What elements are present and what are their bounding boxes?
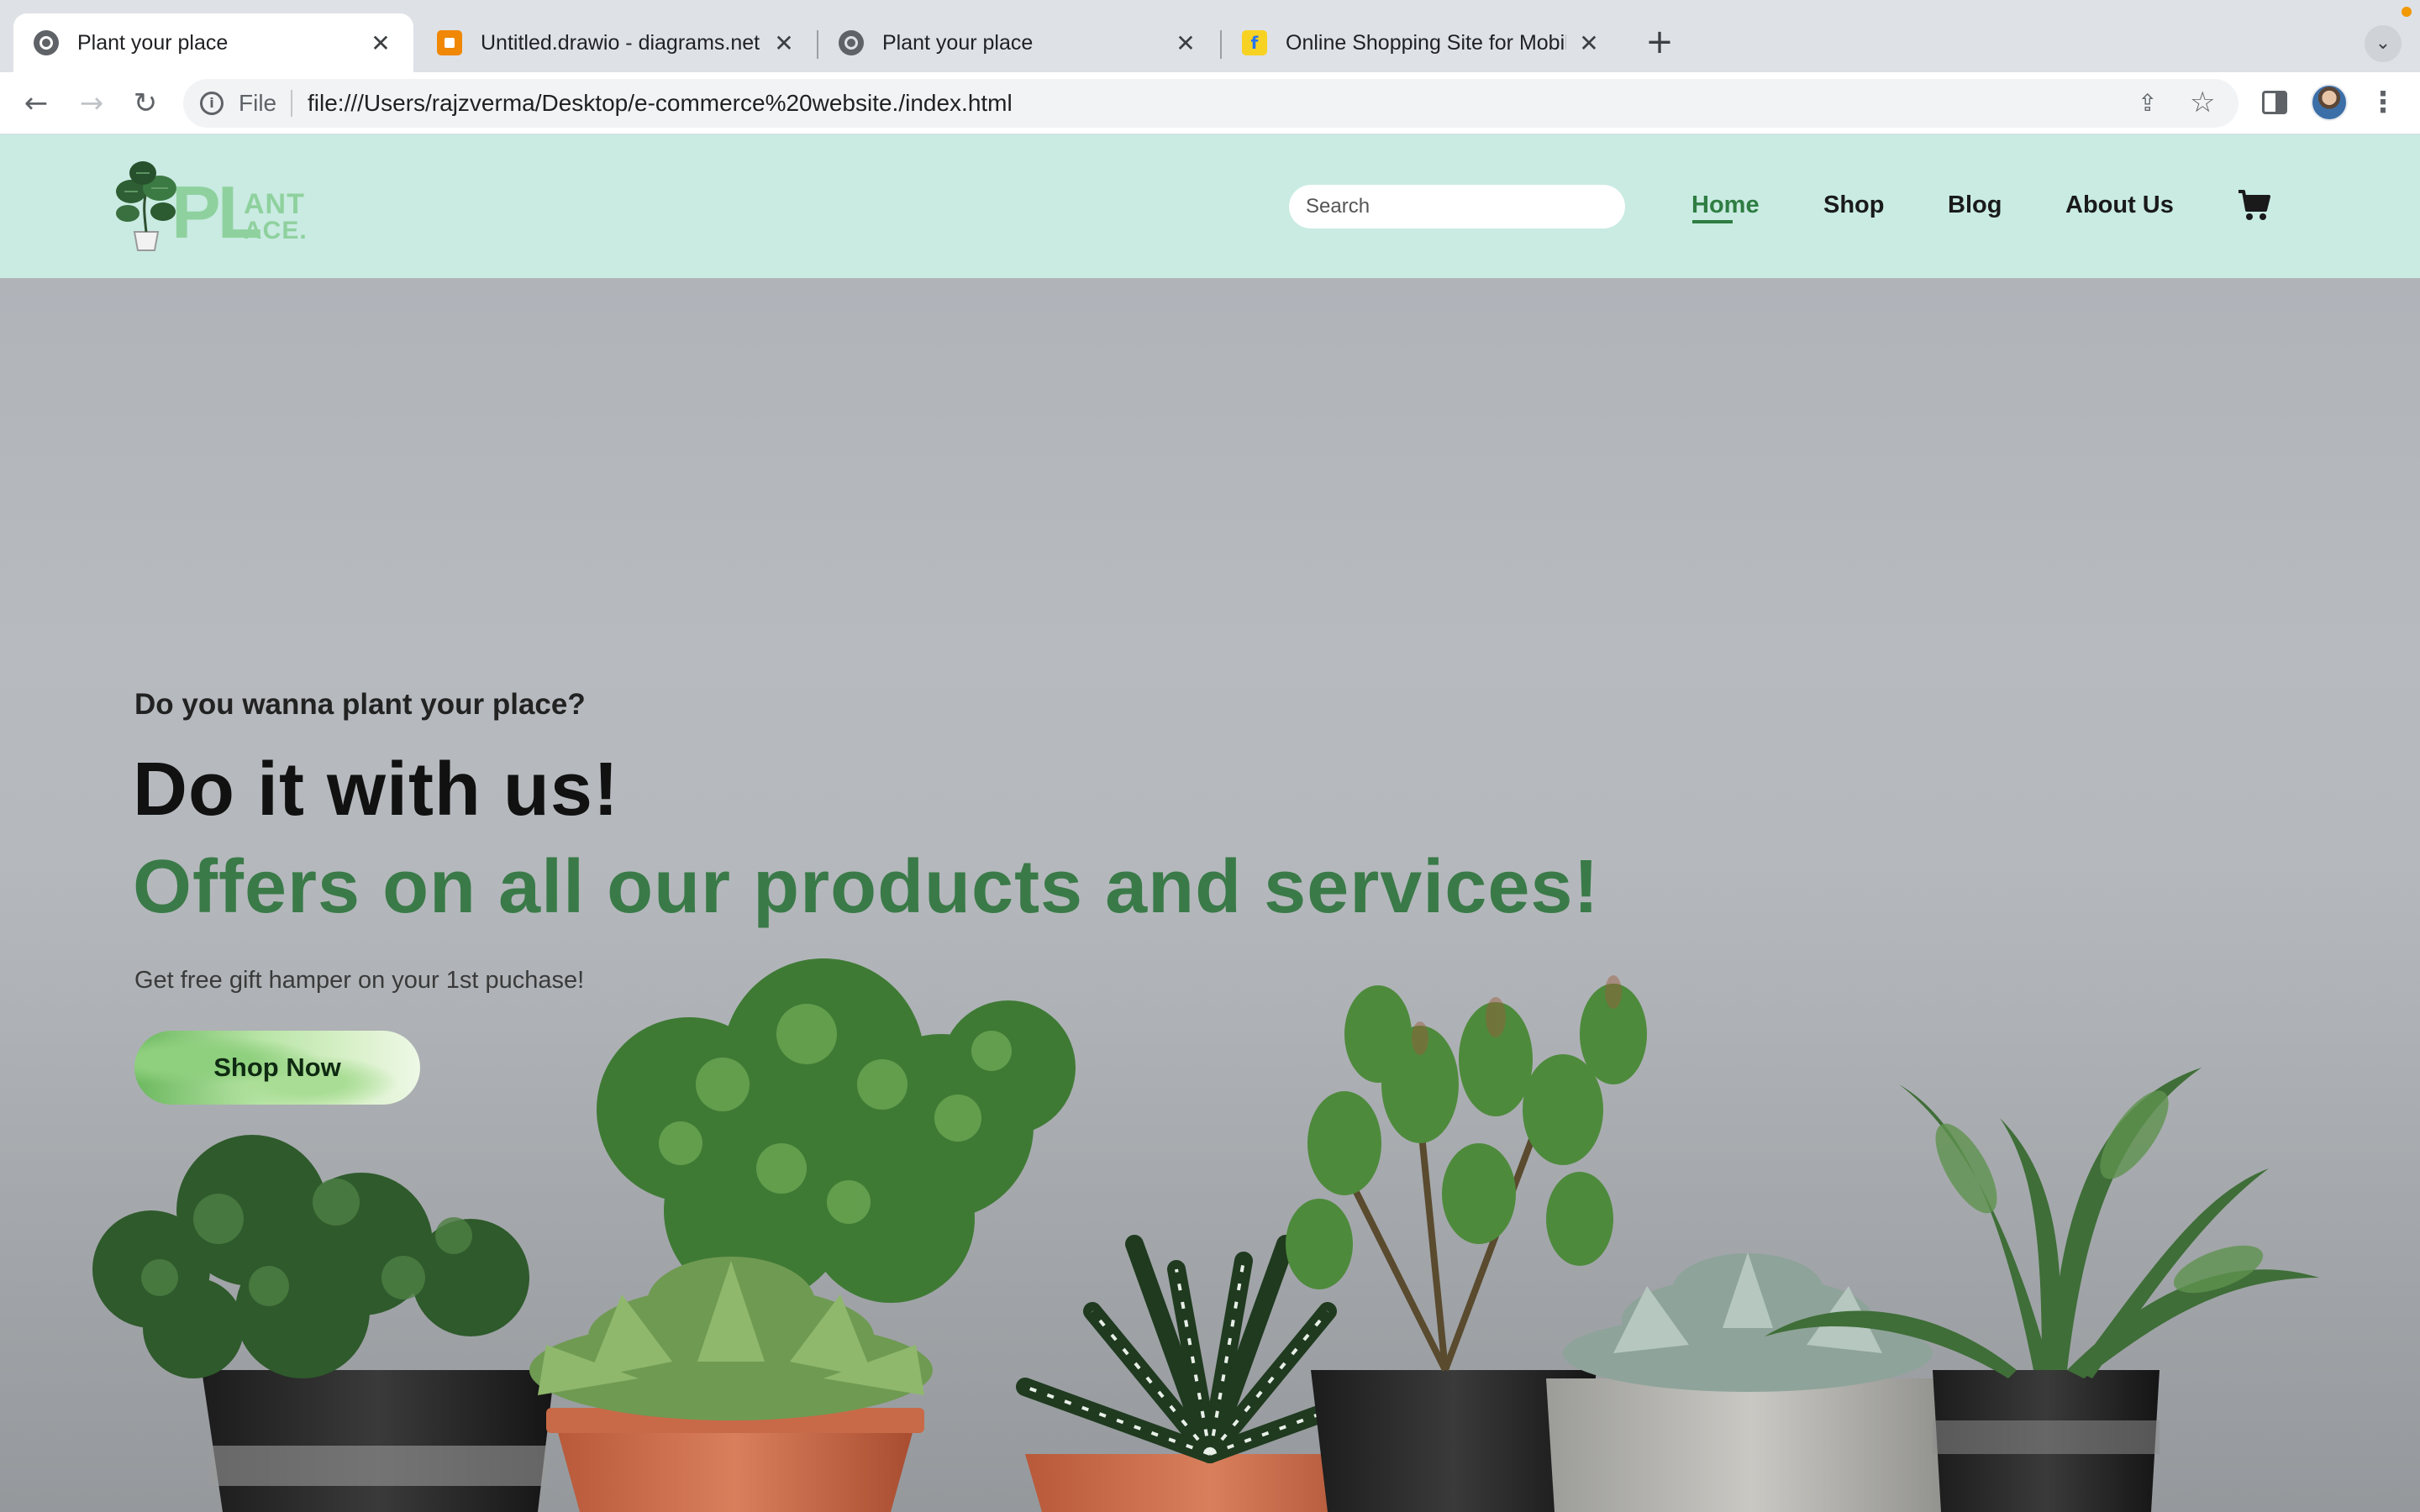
bookmark-star-icon[interactable]: ☆ — [2190, 86, 2215, 119]
close-icon[interactable]: ✕ — [1576, 29, 1602, 57]
hero-note: Get free gift hamper on your 1st puchase… — [134, 967, 585, 994]
tab-title: Untitled.drawio - diagrams.net — [481, 30, 760, 55]
browser-tab-1[interactable]: Plant your place ✕ — [13, 13, 413, 72]
globe-icon — [839, 30, 864, 55]
hero-banner: Do you wanna plant your place? Do it wit… — [0, 278, 2420, 1512]
browser-toolbar: ← → ↻ i File file:///Users/rajzverma/Des… — [0, 72, 2420, 134]
profile-avatar[interactable] — [2311, 84, 2348, 121]
hero-title: Do it with us! — [133, 748, 619, 832]
info-icon[interactable]: i — [200, 92, 224, 115]
tab-title: Plant your place — [882, 30, 1034, 55]
forward-button[interactable]: → — [72, 84, 111, 123]
search-input[interactable] — [1289, 185, 1625, 228]
back-button[interactable]: ← — [17, 84, 55, 123]
flipkart-icon — [1242, 30, 1267, 55]
url-scheme-label: File — [239, 90, 277, 116]
tab-title: Plant your place — [77, 30, 229, 55]
nav-about-us-link[interactable]: About Us — [2065, 192, 2174, 219]
globe-icon — [34, 30, 59, 55]
url-text[interactable]: file:///Users/rajzverma/Desktop/e-commer… — [308, 90, 1013, 117]
hero-subtitle: Do you wanna plant your place? — [134, 688, 586, 721]
tab-search-button[interactable]: ⌄ — [2365, 25, 2402, 62]
new-tab-button[interactable]: + — [1640, 24, 1679, 62]
reload-button[interactable]: ↻ — [126, 84, 165, 123]
address-bar[interactable]: i File file:///Users/rajzverma/Desktop/e… — [183, 79, 2238, 128]
browser-tab-4[interactable]: Online Shopping Site for Mobile ✕ — [1222, 13, 1622, 72]
close-icon[interactable]: ✕ — [1173, 29, 1198, 57]
site-logo[interactable]: PL ANT ACE. — [113, 158, 307, 255]
browser-tab-3[interactable]: Plant your place ✕ — [818, 13, 1218, 72]
potted-plant-logo-icon — [116, 161, 176, 251]
browser-tab-strip: Plant your place ✕ Untitled.drawio - dia… — [0, 0, 2420, 72]
logo-wordmark: PL ANT ACE. — [171, 170, 307, 255]
close-icon[interactable]: ✕ — [771, 29, 797, 57]
drawio-icon — [437, 30, 462, 55]
browser-menu-icon[interactable]: ⋮ — [2368, 81, 2398, 124]
hero-offer-heading: Offers on all our products and services! — [133, 845, 1600, 929]
share-icon[interactable]: ⇪ — [2138, 89, 2157, 117]
recording-dot — [2402, 7, 2412, 17]
nav-shop-link[interactable]: Shop — [1823, 192, 1885, 219]
shop-now-button[interactable]: Shop Now — [134, 1031, 420, 1105]
logo-line-2: ACE. — [244, 217, 308, 244]
nav-home-link[interactable]: Home — [1691, 192, 1760, 219]
nav-blog-link[interactable]: Blog — [1948, 192, 2002, 219]
browser-tab-2[interactable]: Untitled.drawio - diagrams.net ✕ — [417, 13, 817, 72]
cart-icon[interactable] — [2237, 186, 2270, 223]
active-nav-underline — [1692, 220, 1733, 223]
site-header: PL ANT ACE. Home Shop Blog About Us — [0, 134, 2420, 278]
tab-title: Online Shopping Site for Mobile — [1286, 30, 1566, 55]
close-icon[interactable]: ✕ — [368, 29, 393, 57]
side-panel-icon[interactable] — [2262, 91, 2287, 114]
address-divider — [291, 90, 292, 117]
